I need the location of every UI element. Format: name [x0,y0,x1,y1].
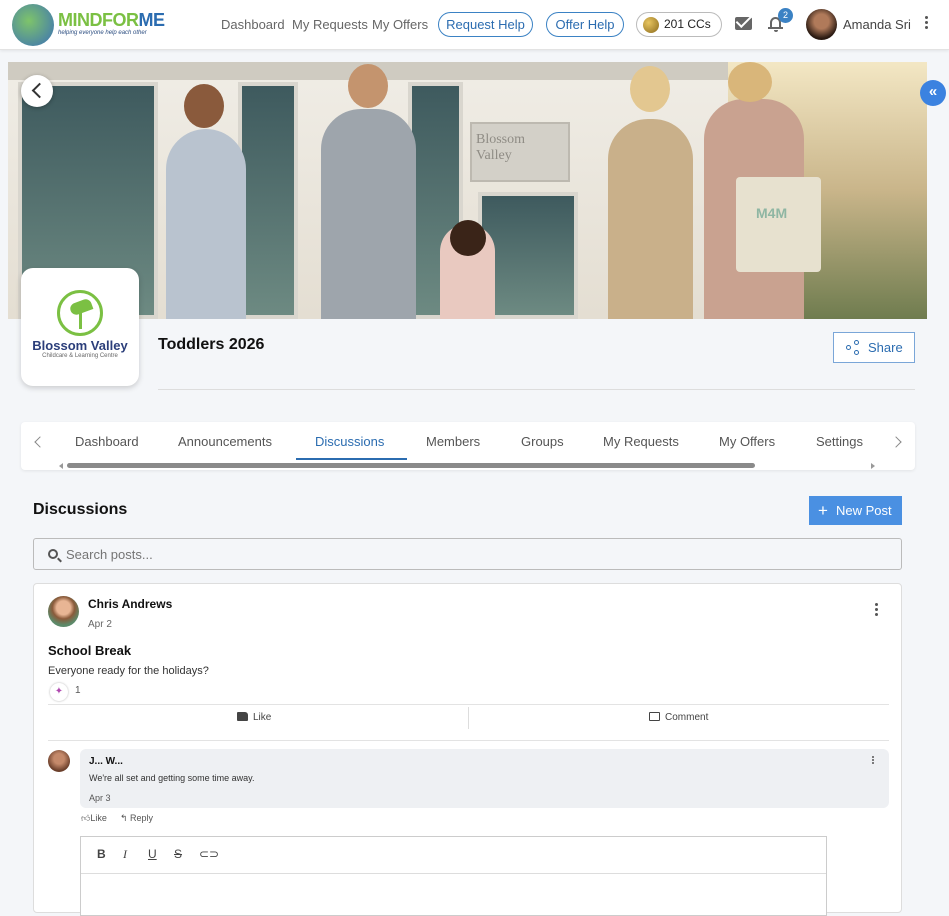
cover-photo: Blossom Valley M4M [8,62,927,319]
tab-announcements[interactable]: Announcements [178,434,272,449]
reply-editor[interactable]: B I U S ⊂⊃ [80,836,827,916]
credits-badge[interactable]: 201 CCs [636,12,722,37]
editor-toolbar: B I U S ⊂⊃ [81,837,826,874]
underline-button[interactable]: U [148,847,157,861]
comment-text: We're all set and getting some time away… [89,773,255,783]
collapse-sidebar-icon[interactable]: « [920,80,946,106]
nav-dashboard-link[interactable]: Dashboard [221,17,285,32]
discussions-heading: Discussions [33,501,128,518]
comment-author-avatar[interactable] [48,750,70,772]
post-author-avatar[interactable] [48,596,79,627]
offer-help-button[interactable]: Offer Help [546,12,624,37]
mindforme-logo[interactable]: MINDFORME helping everyone help each oth… [12,4,166,46]
tab-members[interactable]: Members [426,434,480,449]
group-tabs: Dashboard Announcements Discussions Memb… [21,422,915,470]
logo-emblem-icon [12,4,54,46]
thumbs-up-icon [237,712,248,721]
post-title: School Break [48,643,132,658]
comment-label: Comment [665,712,709,723]
strikethrough-button[interactable]: S [174,847,182,861]
like-button[interactable]: Like [237,712,271,723]
organization-subtitle: Childcare & Learning Centre [42,353,118,359]
share-icon [846,340,860,355]
comment-reply-label: Reply [130,813,154,823]
top-navbar: MINDFORME helping everyone help each oth… [0,0,949,50]
italic-button[interactable]: I [123,847,127,862]
post-date: Apr 2 [88,619,112,630]
post-author-name[interactable]: Chris Andrews [88,597,172,611]
tab-dashboard[interactable]: Dashboard [75,434,139,449]
scrollbar-right-arrow-icon[interactable] [871,463,875,469]
tabs-scroll-right-icon[interactable] [890,436,902,448]
organization-name: Blossom Valley [32,338,128,353]
comment-bubble: J... W... We're all set and getting some… [80,749,889,808]
tab-groups[interactable]: Groups [521,434,564,449]
share-button[interactable]: Share [833,332,915,363]
reaction-count: 1 [75,685,81,696]
post-card: Chris Andrews Apr 2 School Break Everyon… [33,583,902,916]
comment-like-button[interactable]: 👍︎Like [81,813,107,824]
bold-button[interactable]: B [97,847,106,861]
comment-like-label: Like [90,813,107,823]
request-help-button[interactable]: Request Help [438,12,533,37]
credits-value: 201 CCs [664,17,711,31]
tote-bag: M4M [736,177,821,272]
link-icon[interactable]: ⊂⊃ [199,847,219,861]
post-options-icon[interactable] [875,603,878,617]
logo-tagline: helping everyone help each other [58,30,147,36]
tabs-scroll-left-icon[interactable] [34,436,46,448]
organization-logo: Blossom Valley Childcare & Learning Cent… [21,268,139,386]
building-sign: Blossom Valley [470,122,570,182]
comment-button[interactable]: Comment [649,712,708,723]
tab-my-requests[interactable]: My Requests [603,434,679,449]
tab-discussions[interactable]: Discussions [315,434,384,449]
back-button[interactable] [21,75,53,107]
user-avatar[interactable] [806,9,837,40]
nav-my-requests-link[interactable]: My Requests [292,17,368,32]
tab-my-offers[interactable]: My Offers [719,434,775,449]
comment-reply-button[interactable]: ↰ Reply [120,813,153,824]
search-posts-box [33,538,902,570]
search-input[interactable] [66,539,886,569]
like-label: Like [253,712,272,723]
celebrate-reaction-icon[interactable]: ✦ [50,683,68,701]
comment-author-name[interactable]: J... W... [89,756,123,767]
notification-count-badge: 2 [778,8,793,23]
share-label: Share [868,340,903,355]
search-icon [48,549,58,559]
plus-icon: + [818,501,828,520]
nav-my-offers-link[interactable]: My Offers [372,17,428,32]
comment-icon [649,712,660,721]
sprout-icon [57,290,103,336]
new-post-button[interactable]: + New Post [809,496,902,525]
header-divider [158,389,915,390]
active-tab-indicator [296,458,407,460]
comment-date: Apr 3 [89,793,111,803]
comment-options-icon[interactable] [872,756,875,766]
coin-icon [643,17,659,33]
tabs-scrollbar[interactable] [67,463,755,468]
logo-word-accent: ME [138,10,166,30]
mail-icon[interactable] [735,17,752,30]
more-options-icon[interactable] [925,16,929,32]
user-name[interactable]: Amanda Sri [843,17,911,32]
group-title: Toddlers 2026 [158,336,265,353]
scrollbar-left-arrow-icon[interactable] [59,463,63,469]
logo-word-main: MINDFOR [58,10,139,30]
new-post-label: New Post [836,503,892,518]
tab-settings[interactable]: Settings [816,434,863,449]
tote-bag-logo: M4M [756,205,788,221]
post-body: Everyone ready for the holidays? [48,665,209,677]
